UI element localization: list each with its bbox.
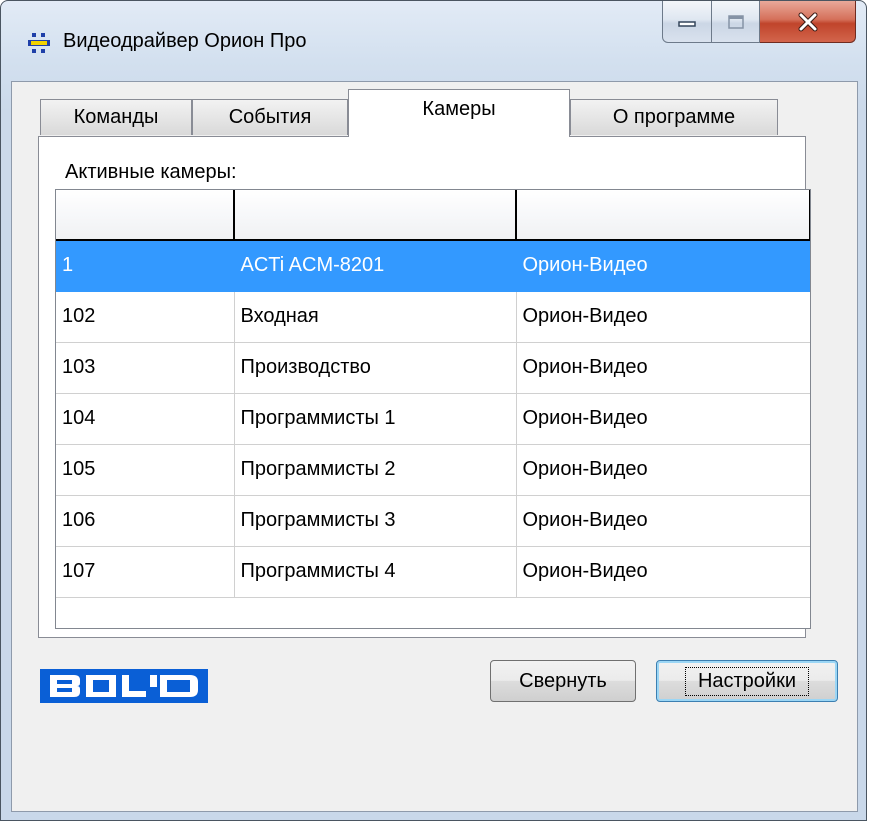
tab-commands[interactable]: Команды — [40, 99, 192, 135]
camera-driver-cell: Орион-Видео — [516, 291, 810, 343]
camera-driver-cell: Орион-Видео — [516, 546, 810, 598]
camera-id-cell: 105 — [56, 444, 235, 496]
column-header-name[interactable] — [234, 190, 517, 241]
camera-id-cell: 103 — [56, 342, 235, 394]
bolid-logo — [40, 669, 208, 703]
camera-name-cell: Программисты 2 — [234, 444, 517, 496]
camera-driver-cell: Орион-Видео — [516, 240, 810, 292]
active-cameras-label: Активные камеры: — [65, 161, 237, 183]
camera-id-cell: 107 — [56, 546, 235, 598]
tab-label: События — [228, 106, 312, 128]
table-row[interactable]: 105 Программисты 2 Орион-Видео — [56, 444, 810, 496]
video-driver-icon — [28, 33, 50, 53]
caption-buttons — [662, 1, 856, 47]
camera-name-cell: Программисты 4 — [234, 546, 517, 598]
close-button[interactable] — [760, 1, 856, 43]
minimize-button[interactable] — [662, 1, 712, 43]
column-header-id[interactable] — [56, 190, 235, 241]
camera-id-cell: 1 — [56, 240, 235, 292]
tab-label: Камеры — [422, 98, 496, 120]
grid-header-row — [56, 190, 810, 241]
camera-driver-cell: Орион-Видео — [516, 495, 810, 547]
minimize-icon — [678, 20, 696, 27]
table-row[interactable]: 103 Производство Орион-Видео — [56, 342, 810, 394]
table-row[interactable]: 102 Входная Орион-Видео — [56, 291, 810, 343]
maximize-button[interactable] — [712, 1, 760, 43]
camera-name-cell: Входная — [234, 291, 517, 343]
camera-driver-cell: Орион-Видео — [516, 393, 810, 445]
tab-events[interactable]: События — [192, 99, 348, 135]
collapse-button[interactable]: Свернуть — [490, 660, 636, 702]
cameras-table: 1 ACTi ACM-8201 Орион-Видео 102 Входная … — [56, 190, 810, 598]
app-window: Видеодрайвер Орион Про Команды События К… — [0, 0, 867, 821]
table-row[interactable]: 107 Программисты 4 Орион-Видео — [56, 546, 810, 598]
camera-driver-cell: Орион-Видео — [516, 342, 810, 394]
camera-name-cell: ACTi ACM-8201 — [234, 240, 517, 292]
settings-button[interactable]: Настройки — [656, 660, 838, 702]
table-row[interactable]: 106 Программисты 3 Орион-Видео — [56, 495, 810, 547]
camera-id-cell: 106 — [56, 495, 235, 547]
tab-label: О программе — [612, 106, 736, 128]
table-row[interactable]: 104 Программисты 1 Орион-Видео — [56, 393, 810, 445]
collapse-button-label: Свернуть — [519, 669, 607, 692]
camera-driver-cell: Орион-Видео — [516, 444, 810, 496]
column-header-driver[interactable] — [516, 190, 810, 241]
camera-name-cell: Производство — [234, 342, 517, 394]
table-row[interactable]: 1 ACTi ACM-8201 Орион-Видео — [56, 240, 810, 292]
maximize-icon — [727, 14, 744, 29]
close-icon — [798, 12, 817, 31]
client-area: Команды События Камеры О программе Актив… — [11, 81, 858, 812]
tab-about[interactable]: О программе — [570, 99, 778, 135]
camera-id-cell: 104 — [56, 393, 235, 445]
window-title: Видеодрайвер Орион Про — [63, 30, 307, 52]
settings-button-label: Настройки — [684, 666, 810, 696]
cameras-grid[interactable]: 1 ACTi ACM-8201 Орион-Видео 102 Входная … — [55, 189, 811, 629]
camera-name-cell: Программисты 3 — [234, 495, 517, 547]
camera-id-cell: 102 — [56, 291, 235, 343]
tab-label: Команды — [73, 106, 159, 128]
tab-strip: Команды События Камеры О программе — [40, 87, 810, 137]
tab-cameras[interactable]: Камеры — [348, 89, 570, 137]
camera-name-cell: Программисты 1 — [234, 393, 517, 445]
title-bar[interactable]: Видеодрайвер Орион Про — [1, 1, 866, 81]
cameras-tab-panel: Активные камеры: 1 ACTi ACM-8201 Орион-В… — [38, 136, 811, 638]
